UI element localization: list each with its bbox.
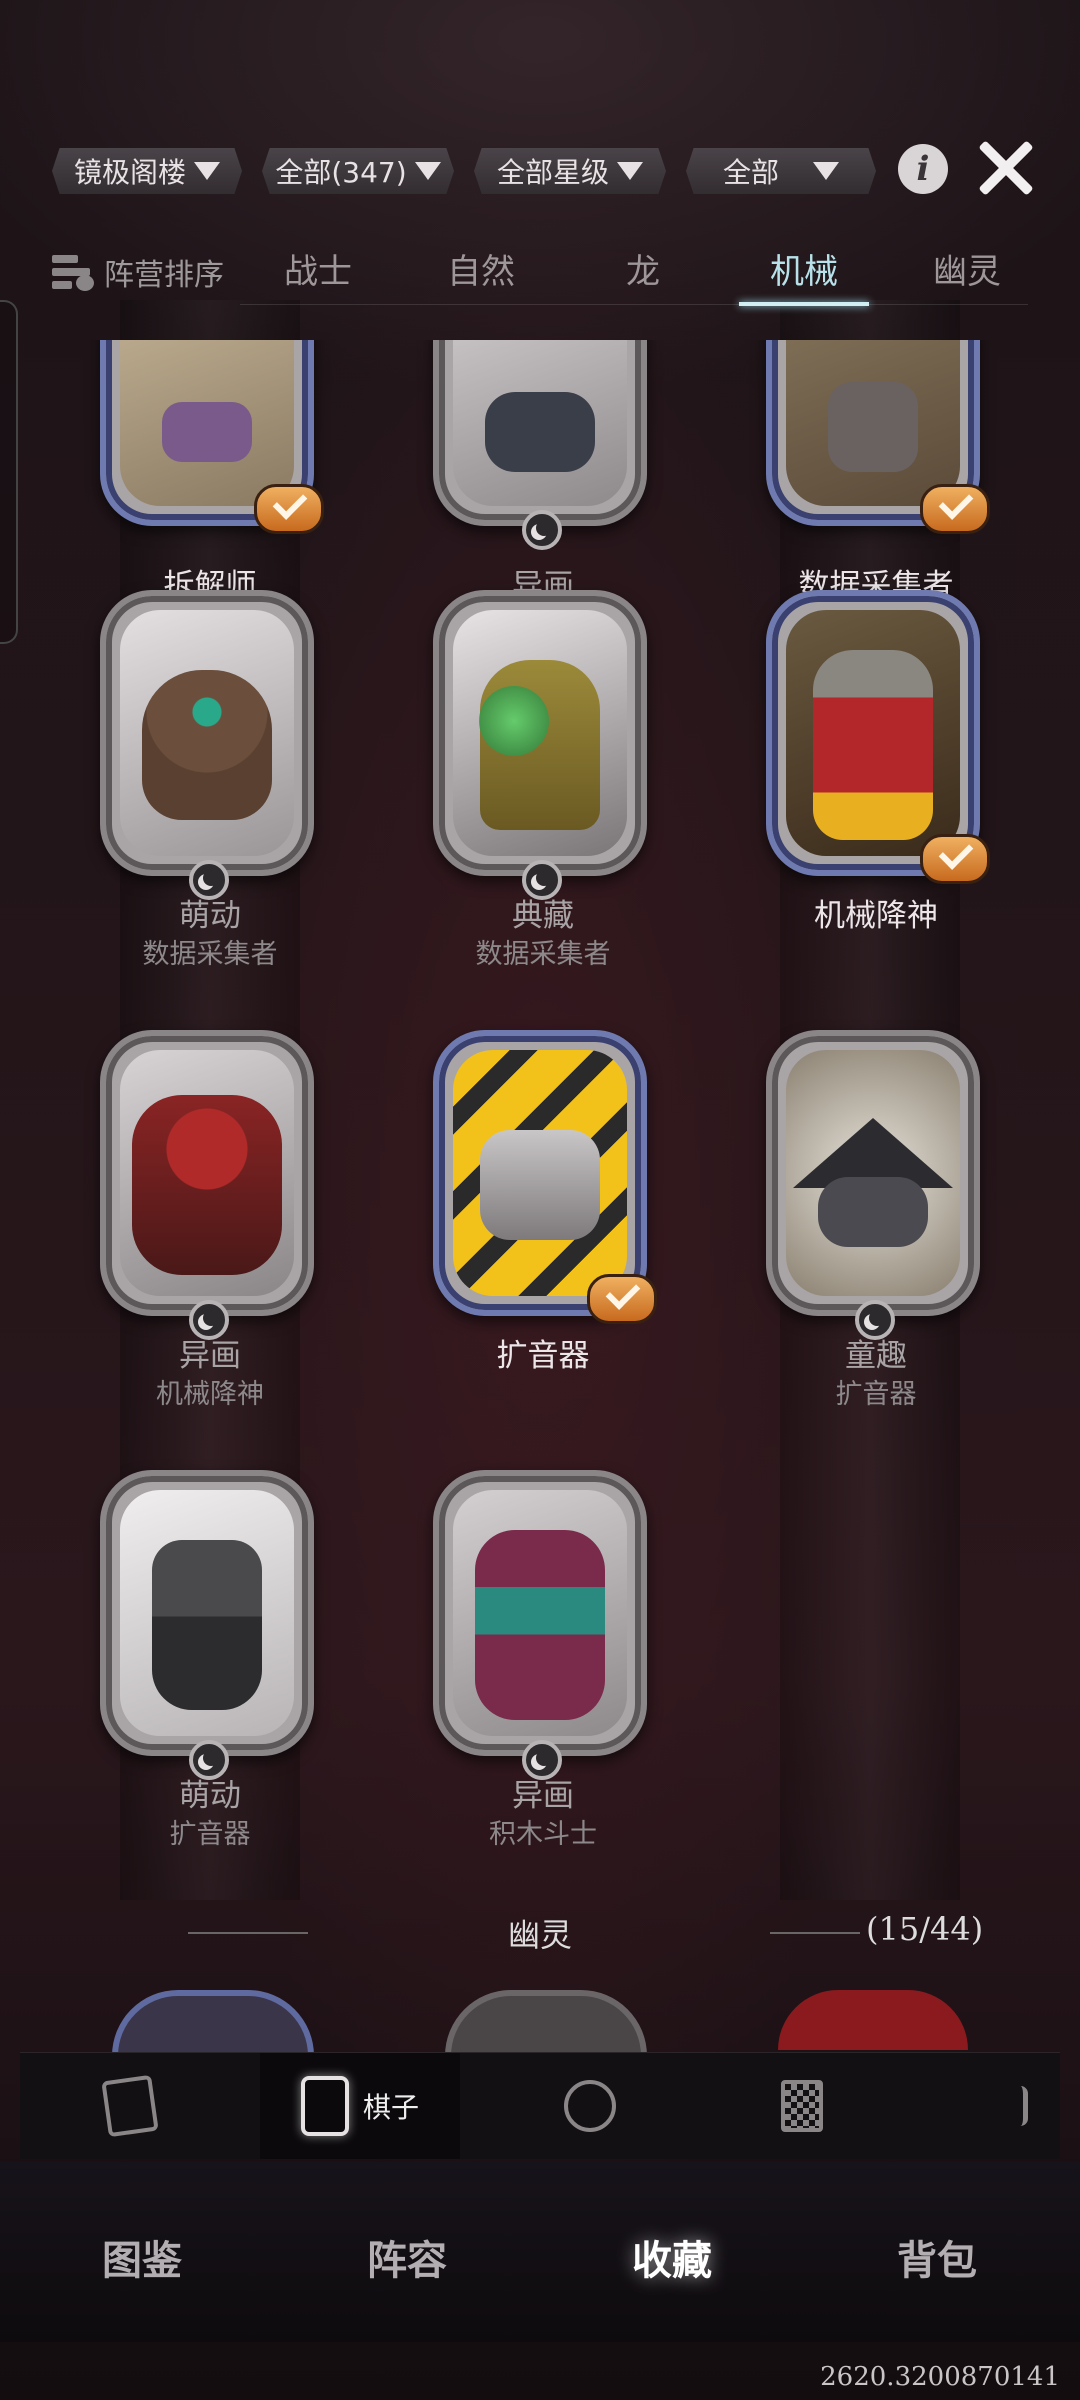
filter-location-dropdown[interactable]: 镜极阁楼	[52, 148, 242, 194]
card-frame	[433, 1470, 647, 1756]
sort-label: 阵营排序	[104, 258, 224, 293]
subnav-pieces[interactable]: 棋子	[260, 2053, 460, 2159]
card-frame	[100, 590, 314, 876]
card-data-collector[interactable]: 数据采集者	[766, 340, 990, 604]
card-peek[interactable]	[112, 1990, 314, 2056]
card-title: 机械降神	[814, 898, 938, 934]
card-peek[interactable]	[778, 1990, 968, 2050]
nav-collection[interactable]: 收藏	[572, 2228, 772, 2286]
filter-stars-label: 全部星级	[496, 156, 609, 189]
card-subtitle: 数据采集者	[475, 939, 611, 970]
close-icon[interactable]	[974, 136, 1036, 198]
card-title: 扩音器	[496, 1338, 590, 1374]
tab-mech[interactable]: 机械	[734, 244, 874, 293]
sort-icon	[52, 253, 96, 291]
subnav-more-icon[interactable]	[990, 2053, 1050, 2159]
card-deus-ex-machina-skin[interactable]: 异画 机械降神	[100, 1030, 318, 1410]
subnav-hero-icon[interactable]	[80, 2053, 180, 2159]
card-deus-ex-machina[interactable]: 机械降神	[766, 590, 990, 934]
skin-moon-icon	[522, 510, 562, 550]
faction-tabs: 阵营排序 战士 自然 龙 机械 幽灵	[0, 244, 1080, 306]
card-subtitle: 扩音器	[835, 1379, 917, 1410]
card-title: 童趣	[845, 1338, 907, 1374]
card-block-fighter-skin[interactable]: 异画 积木斗士	[433, 1470, 651, 1850]
chevron-down-icon	[194, 162, 220, 180]
nav-lineup[interactable]: 阵容	[307, 2228, 507, 2286]
card-megaphone[interactable]: 扩音器	[433, 1030, 657, 1374]
version-label: 2620.3200870141	[820, 2362, 1060, 2392]
subnav-avatar-icon[interactable]	[540, 2053, 640, 2159]
card-title: 典藏	[512, 898, 574, 934]
card-title: 异画	[512, 1778, 574, 1814]
owned-check-icon	[587, 1274, 657, 1324]
tab-ghost[interactable]: 幽灵	[897, 244, 1037, 293]
card-peek[interactable]	[445, 1990, 647, 2056]
pieces-icon	[300, 2076, 349, 2136]
chevron-down-icon	[813, 162, 839, 180]
filter-type-dropdown[interactable]: 全部	[686, 148, 876, 194]
card-title: 萌动	[179, 898, 241, 934]
subnav-pieces-label: 棋子	[362, 2091, 419, 2124]
card-frame	[433, 340, 647, 526]
main-nav: 图鉴 阵容 收藏 背包	[0, 2162, 1080, 2342]
tab-divider	[240, 304, 1028, 305]
owned-check-icon	[254, 484, 324, 534]
tab-nature[interactable]: 自然	[411, 244, 551, 293]
tab-warrior[interactable]: 战士	[248, 244, 388, 293]
card-megaphone-cute[interactable]: 萌动 扩音器	[100, 1470, 318, 1850]
card-dismantler-skin[interactable]: 异画 拆解师	[433, 340, 651, 640]
collection-subnav: 棋子	[20, 2052, 1060, 2159]
card-frame	[100, 1030, 314, 1316]
chevron-down-icon	[617, 162, 643, 180]
divider-line	[188, 1932, 308, 1934]
filter-stars-dropdown[interactable]: 全部星级	[474, 148, 666, 194]
sort-by-faction-button[interactable]: 阵营排序	[52, 250, 224, 294]
card-frame	[100, 1470, 314, 1756]
tab-dragon[interactable]: 龙	[573, 244, 713, 293]
section-title: 幽灵	[507, 1916, 572, 1954]
owned-check-icon	[920, 484, 990, 534]
card-data-collector-cute[interactable]: 萌动 数据采集者	[100, 590, 318, 970]
card-subtitle: 数据采集者	[142, 939, 278, 970]
subnav-board-icon[interactable]	[752, 2053, 852, 2159]
nav-codex[interactable]: 图鉴	[42, 2228, 242, 2286]
section-progress: (15/44)	[866, 1910, 984, 1948]
card-subtitle: 积木斗士	[489, 1819, 597, 1850]
card-dismantler[interactable]: 拆解师	[100, 340, 324, 604]
card-subtitle: 扩音器	[169, 1819, 251, 1850]
card-data-collector-classic[interactable]: 典藏 数据采集者	[433, 590, 651, 970]
card-title: 萌动	[179, 1778, 241, 1814]
collection-grid: 拆解师 异画 拆解师 数据采集者 萌动 数据采集者 典藏 数据采集者 机械降	[0, 340, 1080, 2020]
info-icon[interactable]: i	[898, 144, 948, 194]
card-megaphone-childlike[interactable]: 童趣 扩音器	[766, 1030, 984, 1410]
divider-line	[770, 1932, 860, 1934]
info-glyph: i	[916, 149, 930, 189]
filter-type-label: 全部	[722, 156, 779, 189]
chevron-down-icon	[414, 162, 441, 180]
owned-check-icon	[920, 834, 990, 884]
filter-count-label: 全部(347)	[275, 156, 407, 189]
card-frame	[433, 590, 647, 876]
card-subtitle: 机械降神	[156, 1379, 264, 1410]
card-frame	[766, 1030, 980, 1316]
filter-location-label: 镜极阁楼	[73, 156, 186, 189]
filter-count-dropdown[interactable]: 全部(347)	[262, 148, 454, 194]
card-title: 异画	[179, 1338, 241, 1374]
nav-backpack[interactable]: 背包	[837, 2228, 1037, 2286]
section-header-ghost: 幽灵 (15/44)	[0, 1910, 1080, 1960]
